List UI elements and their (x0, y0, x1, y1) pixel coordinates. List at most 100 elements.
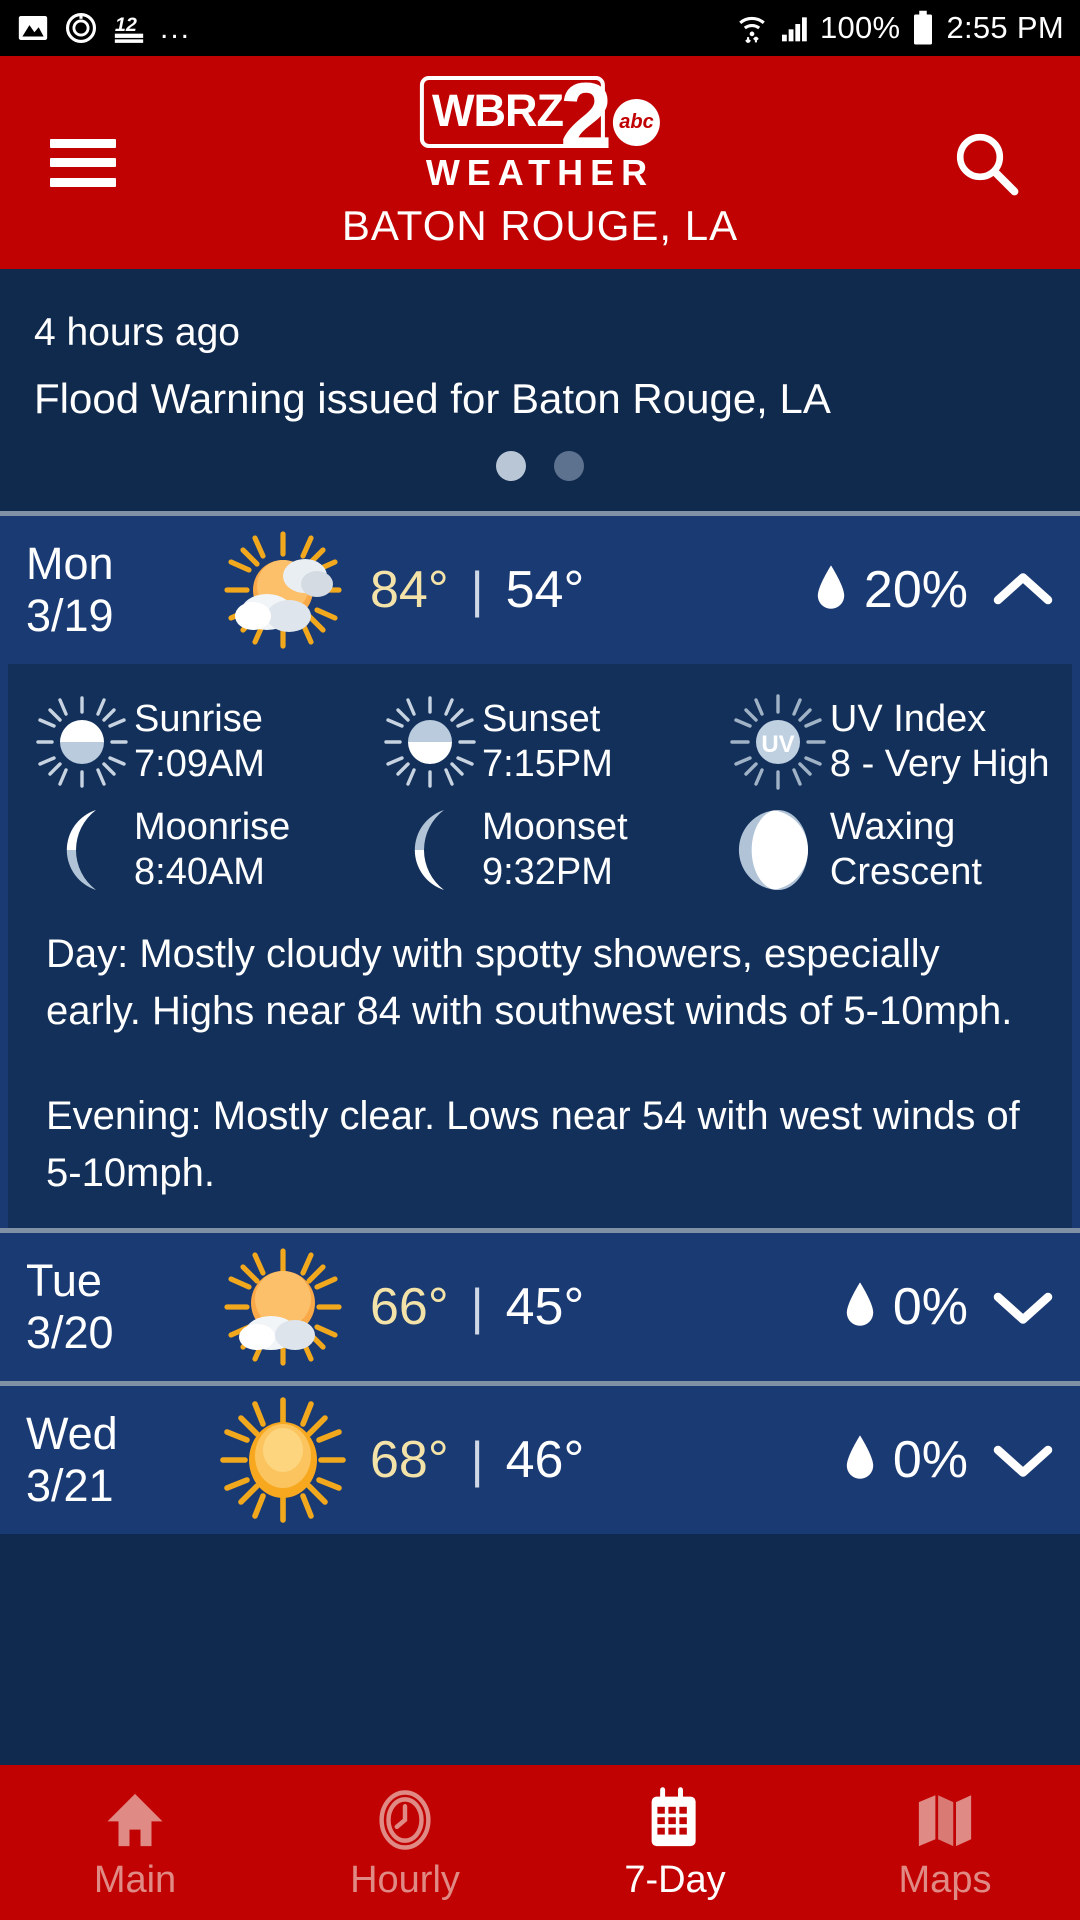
status-bar: 12 ... 100% 2:55 PM (0, 0, 1080, 56)
precipitation-group: 0% (843, 1430, 968, 1490)
temp-separator: | (470, 562, 484, 618)
uv-index-icon: UV (726, 694, 830, 790)
svg-text:12: 12 (115, 14, 137, 36)
day-number: 3/20 (26, 1307, 114, 1358)
alert-headline: Flood Warning issued for Baton Rouge, LA (34, 375, 831, 422)
battery-full-icon (910, 10, 936, 46)
app-header: WBRZ 2 abc WEATHER BATON ROUGE, LA (0, 56, 1080, 269)
astro-moonset: Moonset 9:32PM (366, 796, 714, 904)
astro-sunset: Sunset 7:15PM (366, 688, 714, 796)
hamburger-bar (50, 158, 116, 167)
chevron-up-icon[interactable] (992, 569, 1054, 611)
hamburger-bar (50, 138, 116, 148)
clock-icon (372, 1783, 438, 1853)
forecast-row-monday[interactable]: Mon 3/19 84° | 54° 20% (0, 516, 1080, 664)
logo-channel-number: 2 (559, 63, 613, 168)
day-name: Mon (26, 538, 114, 589)
nav-tab-7day[interactable]: 7-Day (540, 1765, 810, 1920)
logo-abc-badge: abc (612, 99, 660, 146)
astro-text: Waxing Crescent (830, 805, 982, 895)
high-temp: 68° (370, 1431, 449, 1489)
temperature-group: 84° | 54° (370, 560, 584, 620)
astro-moonrise: Moonrise 8:40AM (18, 796, 366, 904)
cell-signal-icon (778, 12, 810, 44)
day-number: 3/21 (26, 1460, 114, 1511)
astro-text: Sunset 7:15PM (482, 697, 613, 787)
astro-moon-phase: Waxing Crescent (714, 796, 1062, 904)
overflow-dots-icon: ... (160, 11, 192, 45)
water-droplet-icon (843, 1280, 877, 1335)
day-date-label: Mon 3/19 (26, 538, 208, 642)
day-name: Wed (26, 1408, 118, 1459)
nav-label: Main (93, 1859, 177, 1901)
temp-separator: | (470, 1279, 484, 1335)
high-temp: 66° (370, 1278, 449, 1336)
day-date-label: Tue 3/20 (26, 1255, 208, 1359)
precip-percent: 0% (892, 1278, 968, 1336)
astro-value: 9:32PM (481, 851, 613, 893)
astro-value: Crescent (829, 851, 982, 893)
forecast-text-block: Day: Mostly cloudy with spotty showers, … (18, 904, 1062, 1202)
astro-uv-index: UV UV Index 8 - Very High (714, 688, 1062, 796)
high-temp: 84° (370, 561, 449, 619)
astro-value: 7:09AM (134, 743, 265, 785)
location-label: BATON ROUGE, LA (341, 202, 739, 249)
moon-phase-icon (726, 802, 830, 898)
forecast-row-wednesday[interactable]: Wed 3/21 68° | 46° 0% (0, 1386, 1080, 1534)
nav-tab-maps[interactable]: Maps (810, 1765, 1080, 1920)
carousel-dot[interactable] (554, 451, 584, 481)
astro-value: 7:15PM (481, 743, 613, 785)
sunny-icon (208, 1396, 358, 1524)
nav-tab-hourly[interactable]: Hourly (270, 1765, 540, 1920)
sunrise-icon (30, 694, 134, 790)
calendar-icon (642, 1783, 708, 1853)
alert-banner[interactable]: 4 hours ago Flood Warning issued for Bat… (0, 269, 1080, 511)
day-date-label: Wed 3/21 (26, 1408, 208, 1512)
channel-12-icon: 12 (112, 11, 146, 45)
logo-callsign: WBRZ (431, 85, 564, 136)
astronomy-grid: Sunrise 7:09AM Sunset 7:15PM UV UV Index… (18, 688, 1062, 904)
precipitation-group: 0% (843, 1277, 968, 1337)
nav-tab-main[interactable]: Main (0, 1765, 270, 1920)
search-icon[interactable] (950, 127, 1022, 199)
alert-timestamp: 4 hours ago (34, 311, 240, 354)
astro-text: UV Index 8 - Very High (830, 697, 1050, 787)
wifi-icon (736, 11, 768, 45)
battery-percent-label: 100% (819, 10, 901, 45)
water-droplet-icon (814, 563, 848, 618)
svg-text:UV: UV (761, 731, 794, 758)
astro-text: Moonrise 8:40AM (134, 805, 290, 895)
precip-percent: 20% (863, 561, 968, 619)
forecast-row-tuesday[interactable]: Tue 3/20 66° | 45° 0% (0, 1233, 1080, 1381)
moonrise-icon (30, 802, 134, 898)
hamburger-bar (50, 177, 116, 187)
app-screen: 12 ... 100% 2:55 PM WBRZ 2 abc WEATHER B… (0, 0, 1080, 1920)
map-icon (912, 1783, 978, 1853)
astro-text: Moonset 9:32PM (482, 805, 628, 895)
temperature-group: 66° | 45° (370, 1277, 584, 1337)
clock-label: 2:55 PM (946, 10, 1064, 45)
astro-label: Moonset (481, 806, 628, 848)
astro-label: Waxing (829, 806, 956, 848)
alarm-icon (64, 11, 98, 45)
chevron-down-icon[interactable] (992, 1439, 1054, 1481)
astro-label: Sunrise (134, 698, 263, 740)
precipitation-group: 20% (814, 560, 968, 620)
astro-value: 8:40AM (134, 851, 265, 893)
astro-sunrise: Sunrise 7:09AM (18, 688, 366, 796)
precip-percent: 0% (892, 1431, 968, 1489)
sunset-icon (378, 694, 482, 790)
chevron-down-icon[interactable] (992, 1286, 1054, 1328)
logo-weather-label: WEATHER (425, 152, 655, 193)
sun-behind-cloud-icon (208, 1243, 358, 1371)
hamburger-menu-icon[interactable] (50, 138, 116, 187)
low-temp: 54° (505, 561, 585, 619)
wbrz-logo: WBRZ 2 abc (419, 69, 660, 163)
partly-cloudy-sun-icon (208, 526, 358, 654)
brand-block: WBRZ 2 abc WEATHER BATON ROUGE, LA (341, 69, 739, 250)
day-name: Tue (26, 1255, 102, 1306)
status-bar-left: 12 ... (16, 11, 191, 45)
carousel-dot-active[interactable] (496, 451, 526, 481)
home-icon (102, 1783, 168, 1853)
carousel-pagination (0, 451, 1080, 481)
